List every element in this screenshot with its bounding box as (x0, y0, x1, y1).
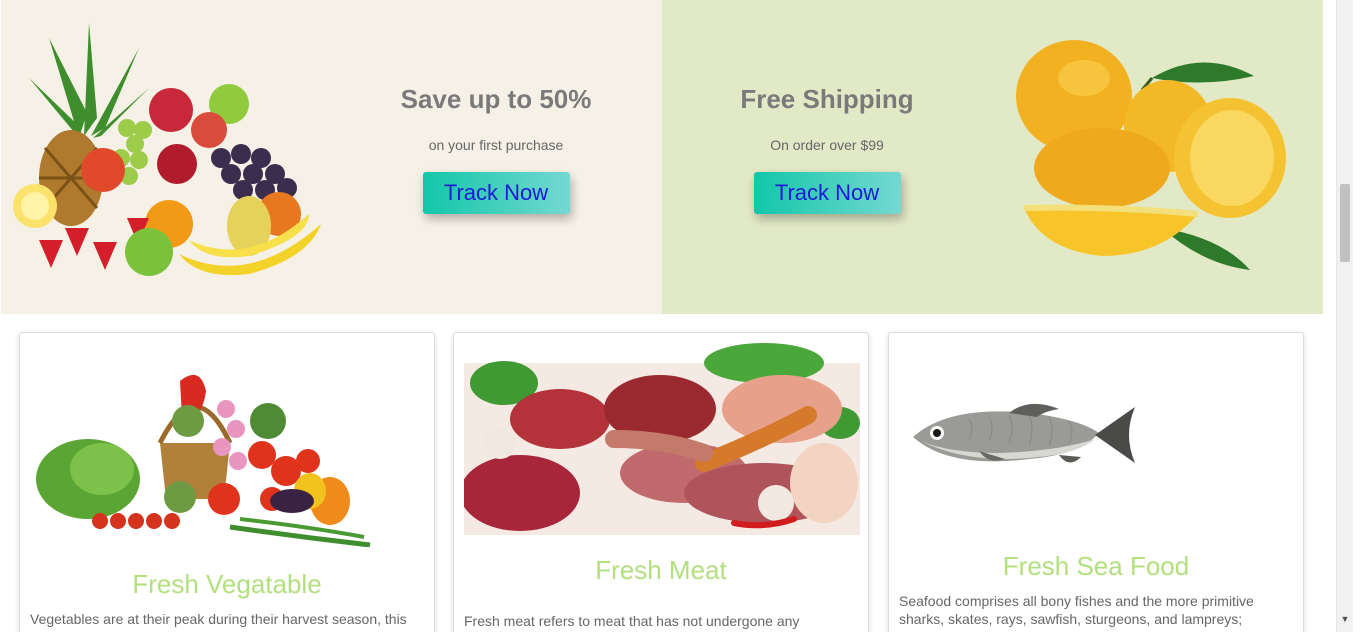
vertical-scrollbar[interactable]: ▼ (1336, 0, 1353, 632)
category-card-meat[interactable]: Fresh Meat Fresh meat refers to meat tha… (453, 332, 869, 632)
vegetable-basket-image (36, 374, 371, 547)
fish-image (913, 403, 1135, 463)
category-title-seafood: Fresh Sea Food (1002, 551, 1190, 581)
promo-banner-shipping: Free Shipping On order over $99 Track No… (662, 0, 1323, 314)
scrollbar-thumb[interactable] (1340, 184, 1350, 262)
category-description-meat: Fresh meat refers to meat that has not u… (464, 613, 800, 629)
mango-image (1016, 40, 1286, 270)
scroll-down-icon[interactable]: ▼ (1337, 614, 1353, 624)
fruit-assortment-image (13, 23, 321, 276)
category-card-seafood[interactable]: Fresh Sea Food Seafood comprises all bon… (888, 332, 1304, 632)
category-description-vegetable: Vegetables are at their peak during thei… (30, 611, 407, 627)
category-card-vegetable[interactable]: Fresh Vegatable Vegetables are at their … (19, 332, 435, 632)
track-now-button-discount[interactable]: Track Now (422, 172, 570, 214)
raw-meat-image (464, 343, 860, 535)
promo-banner-discount: Save up to 50% on your first purchase Tr… (1, 0, 662, 314)
promo-discount-subtitle: on your first purchase (428, 137, 564, 153)
category-title-vegetable: Fresh Vegatable (132, 569, 322, 599)
category-title-meat: Fresh Meat (595, 555, 727, 585)
promo-discount-title: Save up to 50% (400, 84, 592, 114)
track-now-button-shipping[interactable]: Track Now (753, 172, 901, 214)
promo-discount-content: Save up to 50% on your first purchase Tr… (376, 0, 616, 214)
category-description-seafood: Seafood comprises all bony fishes and th… (899, 593, 1254, 627)
promo-shipping-subtitle: On order over $99 (770, 137, 884, 153)
promo-shipping-title: Free Shipping (740, 84, 914, 114)
promo-shipping-content: Free Shipping On order over $99 Track No… (707, 0, 947, 214)
window-edge (1353, 0, 1366, 632)
